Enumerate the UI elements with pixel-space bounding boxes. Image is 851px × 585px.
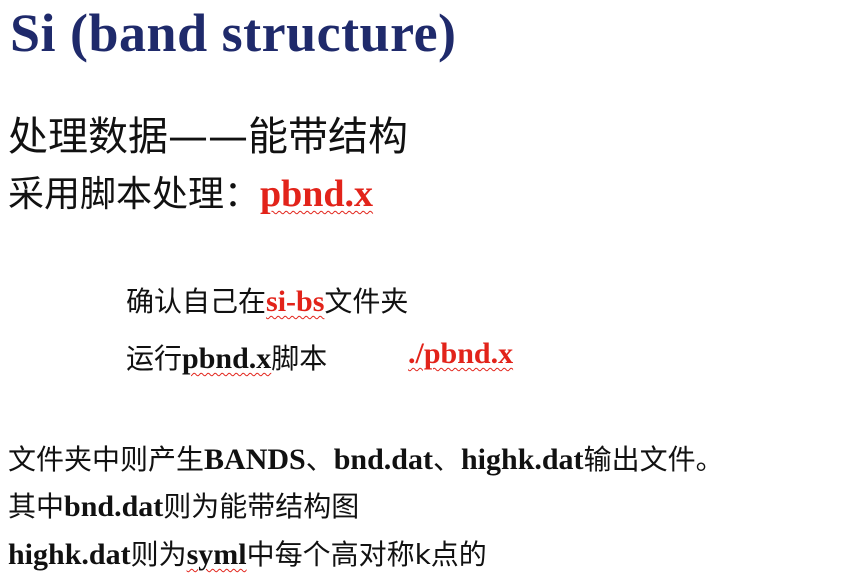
output-files-line: 文件夹中则产生BANDS、bnd.dat、highk.dat输出文件。 <box>8 438 724 478</box>
file-bnd-dat: bnd.dat <box>333 443 433 476</box>
step2-post: 脚本 <box>271 342 328 375</box>
body3-post: 中每个高对称k点的 <box>246 538 487 571</box>
body3-mid: 则为 <box>130 538 187 571</box>
script-name: pbnd.x <box>260 173 374 215</box>
step1-pre: 确认自己在 <box>126 285 267 318</box>
step2-pre: 运行 <box>126 342 183 375</box>
body2-post: 则为能带结构图 <box>163 490 360 523</box>
slide-title: Si (band structure) <box>10 3 457 63</box>
body2-file: bnd.dat <box>64 490 164 523</box>
syml-word: syml <box>186 538 247 571</box>
body2-pre: 其中 <box>8 490 65 523</box>
file-bands: BANDS <box>204 443 306 476</box>
step2-script: pbnd.x <box>182 342 272 375</box>
body1-pre: 文件夹中则产生 <box>8 443 205 476</box>
script-line: 采用脚本处理：pbnd.x <box>8 165 373 217</box>
slide-subtitle: 处理数据——能带结构 <box>8 114 408 160</box>
bnd-dat-line: 其中bnd.dat则为能带结构图 <box>8 485 359 525</box>
file-highk-dat: highk.dat <box>460 443 584 476</box>
sep-1: 、 <box>305 443 334 476</box>
body3-file: highk.dat <box>8 538 131 571</box>
step-confirm-folder: 确认自己在si-bs文件夹 <box>126 280 408 320</box>
folder-name: si-bs <box>266 285 325 318</box>
sep-2: 、 <box>432 443 461 476</box>
highk-dat-line: highk.dat则为syml中每个高对称k点的 <box>8 533 487 573</box>
script-prefix: 采用脚本处理： <box>8 174 261 215</box>
step1-post: 文件夹 <box>324 285 409 318</box>
run-command: ./pbnd.x <box>408 337 514 370</box>
step-run-script: 运行pbnd.x脚本 <box>126 337 327 377</box>
body1-post: 输出文件。 <box>583 443 724 476</box>
